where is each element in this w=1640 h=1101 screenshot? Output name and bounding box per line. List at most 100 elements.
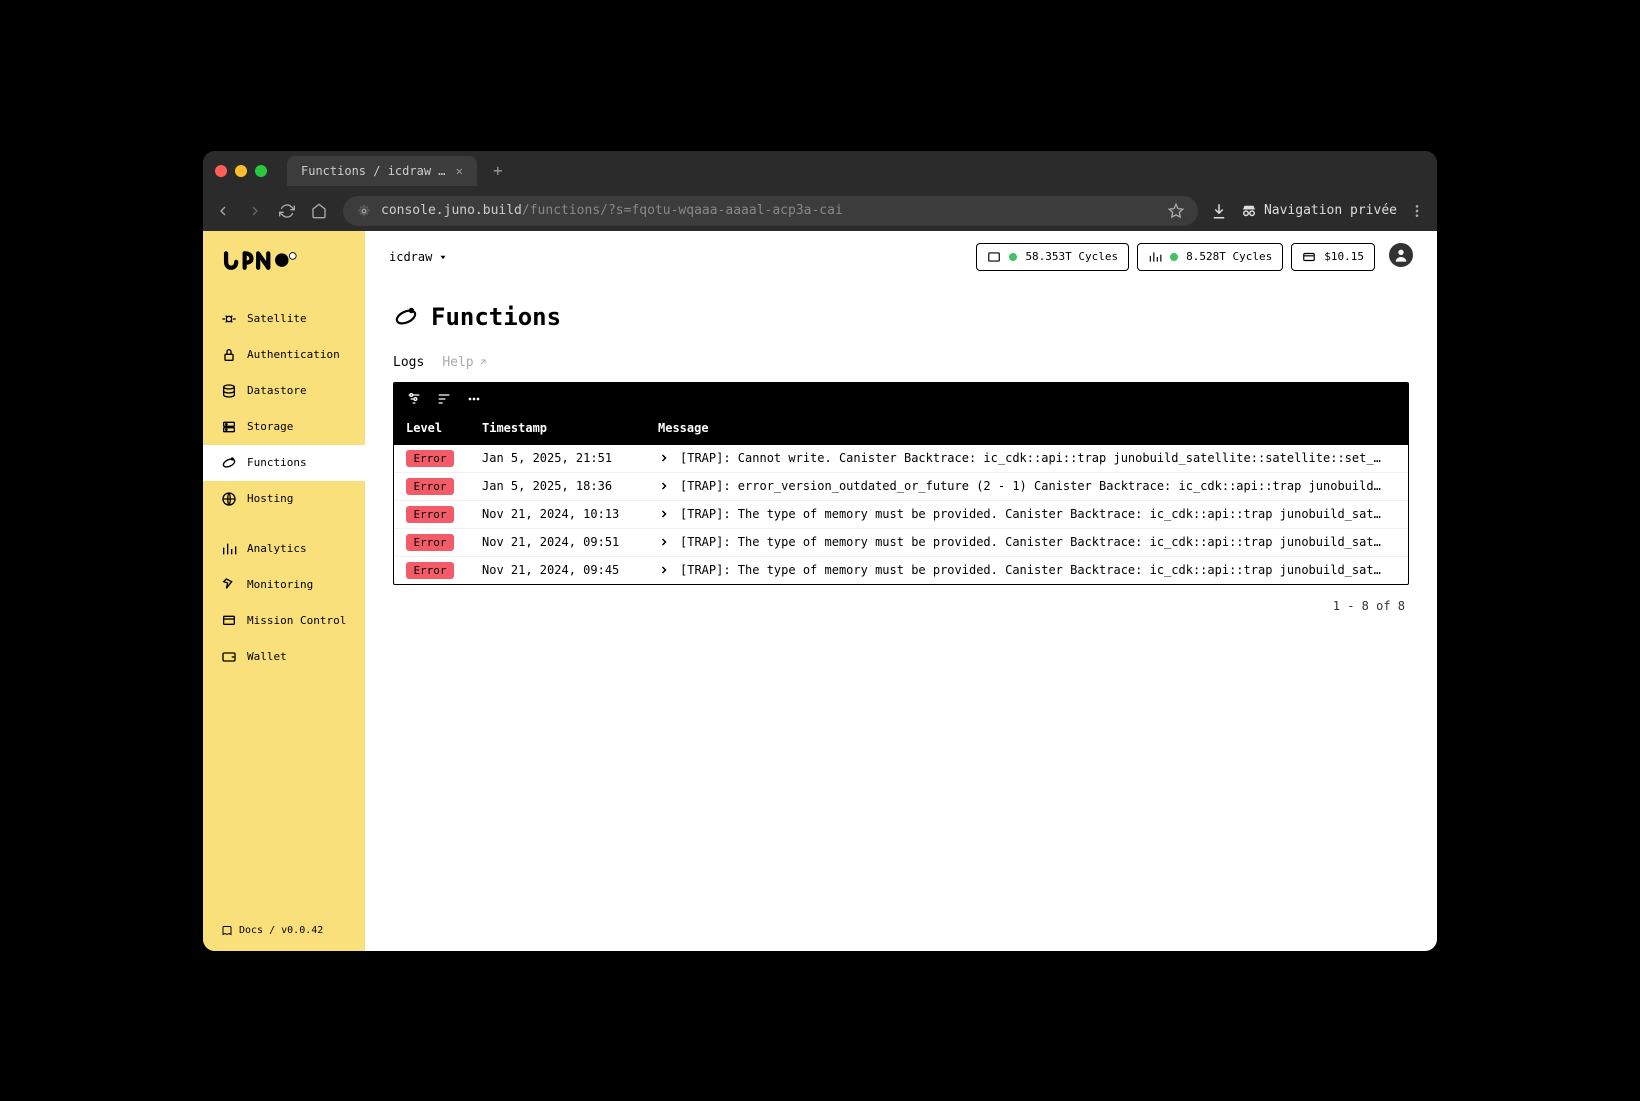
monitoring-icon [221,577,237,593]
log-row[interactable]: Error Nov 21, 2024, 09:45 [TRAP]: The type… [394,557,1408,584]
browser-tab[interactable]: Functions / icdraw / Juno Con ✕ [287,156,477,186]
nav-label: Functions [247,456,307,469]
download-icon[interactable] [1210,202,1228,220]
sidebar-footer[interactable]: Docs / v0.0.42 [203,911,365,951]
tab-logs[interactable]: Logs [393,355,424,370]
level-badge: Error [406,562,454,579]
site-settings-icon [357,204,371,218]
forward-button[interactable] [247,203,267,219]
window-controls [215,165,267,177]
col-timestamp: Timestamp [482,421,658,435]
logo[interactable] [203,245,365,301]
sidebar-item-datastore[interactable]: Datastore [203,373,365,409]
log-row[interactable]: Error Jan 5, 2025, 21:51 [TRAP]: Cannot wr… [394,445,1408,473]
sidebar-item-analytics[interactable]: Analytics [203,531,365,567]
cycles-pill-1[interactable]: 58.353T Cycles [976,243,1129,271]
nav-label: Authentication [247,348,340,361]
nav-label: Mission Control [247,614,346,627]
more-icon[interactable] [466,391,482,407]
nav-label: Datastore [247,384,307,397]
url-bar[interactable]: console.juno.build/functions/?s=fqotu-wq… [343,196,1198,226]
minimize-window-button[interactable] [235,165,247,177]
analytics-icon [221,541,237,557]
project-dropdown[interactable]: icdraw [389,250,448,264]
log-message: [TRAP]: error_version_outdated_or_future… [680,479,1381,493]
sidebar-item-mission-control[interactable]: Mission Control [203,603,365,639]
log-timestamp: Jan 5, 2025, 18:36 [482,479,658,493]
log-timestamp: Jan 5, 2025, 21:51 [482,451,658,465]
datastore-icon [221,383,237,399]
status-dot-icon [1009,253,1017,261]
sidebar-item-functions[interactable]: Functions [203,445,365,481]
star-icon[interactable] [1168,203,1184,219]
sidebar-item-storage[interactable]: Storage [203,409,365,445]
log-row[interactable]: ErrorNov 21, 2024, 09:51[TRAP]: The type… [394,529,1408,557]
mission-control-icon [221,613,237,629]
chevron-right-icon[interactable] [658,536,670,548]
level-badge: Error [406,534,454,551]
sidebar-item-authentication[interactable]: Authentication [203,337,365,373]
chevron-down-icon [438,252,448,262]
col-level: Level [406,421,482,435]
close-tab-icon[interactable]: ✕ [456,164,463,178]
address-bar-row: console.juno.build/functions/?s=fqotu-wq… [203,191,1437,231]
level-badge: Error [406,478,454,495]
level-badge: Error [406,450,454,467]
stats-pills: 58.353T Cycles 8.528T Cycles $10.15 [976,243,1413,271]
incognito-badge[interactable]: Navigation privée [1240,202,1397,220]
sidebar-item-monitoring[interactable]: Monitoring [203,567,365,603]
cycles-pill-2[interactable]: 8.528T Cycles [1137,243,1283,271]
pagination: 1 - 8 of 8 [393,585,1409,627]
cost-pill[interactable]: $10.15 [1291,243,1375,271]
status-dot-icon [1170,253,1178,261]
sidebar-item-satellite[interactable]: Satellite [203,301,365,337]
page-title: Functions [393,303,1409,331]
chevron-right-icon[interactable] [658,452,670,464]
nav-label: Satellite [247,312,307,325]
level-badge: Error [406,506,454,523]
new-tab-button[interactable]: + [493,161,503,180]
log-header: Level Timestamp Message [394,415,1408,445]
nav-label: Hosting [247,492,293,505]
back-button[interactable] [215,203,235,219]
reload-button[interactable] [279,203,299,219]
avatar[interactable] [1389,243,1413,267]
sort-icon[interactable] [436,391,452,407]
satellite-icon [221,311,237,327]
log-timestamp: Nov 21, 2024, 09:51 [482,535,658,549]
close-window-button[interactable] [215,165,227,177]
filter-icon[interactable] [406,391,422,407]
chevron-right-icon[interactable] [658,480,670,492]
log-message: [TRAP]: The type of memory must be provi… [680,563,1381,577]
tab-title: Functions / icdraw / Juno Con [301,164,448,178]
nav-label: Monitoring [247,578,313,591]
log-panel: Level Timestamp Message Error Jan 5, 2025… [393,382,1409,585]
storage-icon [221,419,237,435]
app-root: Satellite Authentication Datastore Storage F… [203,231,1437,951]
content: Functions Logs Help L [365,283,1437,951]
authentication-icon [221,347,237,363]
main: icdraw 58.353T Cycles 8.528T Cycles [365,231,1437,951]
wallet-icon [221,649,237,665]
tab-strip: Functions / icdraw / Juno Con ✕ + [203,151,1437,191]
maximize-window-button[interactable] [255,165,267,177]
home-button[interactable] [311,203,331,219]
log-row[interactable]: Error Jan 5, 2025, 18:36 [TRAP]: error_ver… [394,473,1408,501]
nav-label: Storage [247,420,293,433]
log-timestamp: Nov 21, 2024, 09:45 [482,563,658,577]
log-row[interactable]: Error Nov 21, 2024, 10:13 [TRAP]: The type… [394,501,1408,529]
sidebar-item-wallet[interactable]: Wallet [203,639,365,675]
chevron-right-icon[interactable] [658,508,670,520]
url-text: console.juno.build/functions/?s=fqotu-wq… [381,203,1158,218]
kebab-menu-icon[interactable] [1409,203,1425,219]
browser-chrome: Functions / icdraw / Juno Con ✕ + consol… [203,151,1437,231]
log-message: [TRAP]: Cannot write. Canister Backtrace… [680,451,1381,465]
log-timestamp: Nov 21, 2024, 10:13 [482,507,658,521]
tab-help[interactable]: Help [442,355,487,370]
functions-icon [393,304,419,330]
log-toolbar [394,383,1408,415]
topbar: icdraw 58.353T Cycles 8.528T Cycles [365,231,1437,283]
sidebar-item-hosting[interactable]: Hosting [203,481,365,517]
log-message: [TRAP]: The type of memory must be provi… [680,507,1381,521]
chevron-right-icon[interactable] [658,564,670,576]
